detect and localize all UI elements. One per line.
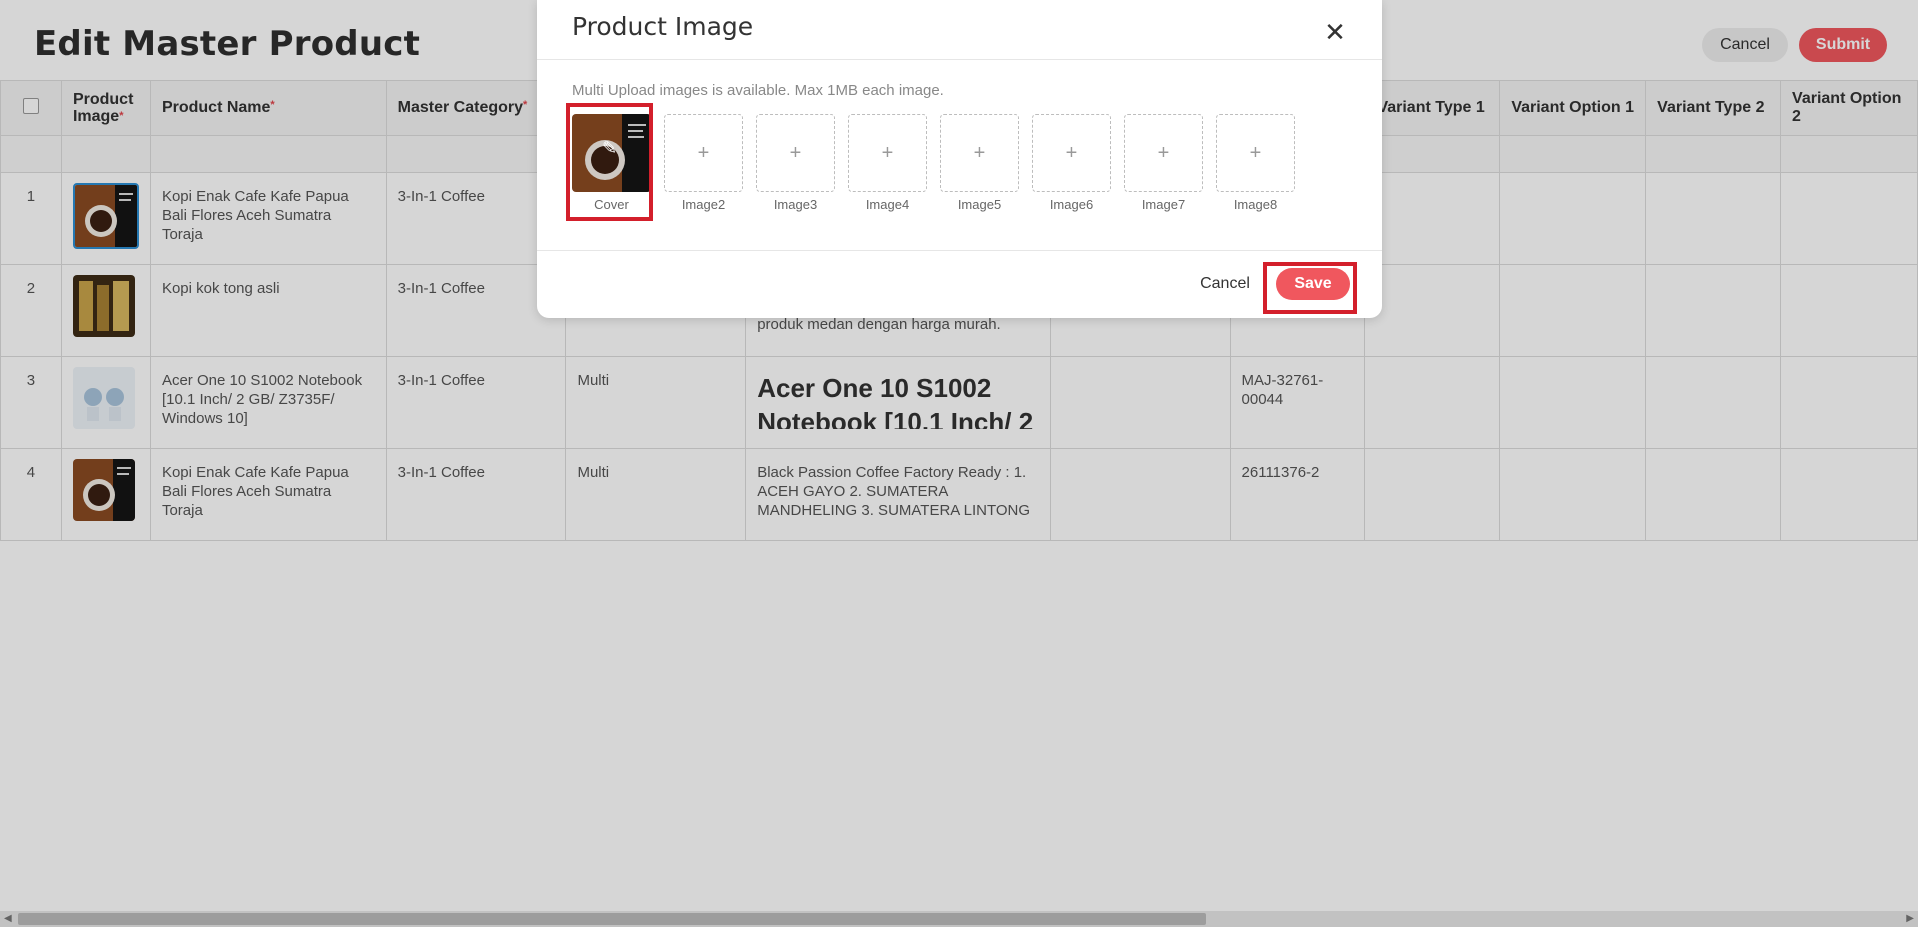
slot-label: Image3 [773, 197, 818, 212]
slot-label: Image2 [681, 197, 726, 212]
image-slot-2[interactable]: + [664, 114, 743, 192]
upload-hint: Multi Upload images is available. Max 1M… [572, 82, 944, 99]
slot-label: Image5 [957, 197, 1002, 212]
image-slot-8[interactable]: + [1216, 114, 1295, 192]
divider [537, 250, 1382, 251]
image-slot-4[interactable]: + [848, 114, 927, 192]
modal-cancel-button[interactable]: Cancel [1183, 268, 1267, 300]
add-icon: + [789, 142, 802, 164]
slot-label: Image4 [865, 197, 910, 212]
slot-label: Image8 [1233, 197, 1278, 212]
divider [537, 59, 1382, 60]
product-image-modal: Product Image ✕ Multi Upload images is a… [537, 0, 1382, 318]
cover-highlight [566, 103, 653, 221]
image-slot-3[interactable]: + [756, 114, 835, 192]
add-icon: + [697, 142, 710, 164]
add-icon: + [973, 142, 986, 164]
image-slot-7[interactable]: + [1124, 114, 1203, 192]
image-slot-5[interactable]: + [940, 114, 1019, 192]
add-icon: + [1157, 142, 1170, 164]
close-icon[interactable]: ✕ [1321, 18, 1349, 46]
add-icon: + [1065, 142, 1078, 164]
slot-label: Image6 [1049, 197, 1094, 212]
modal-title: Product Image [572, 12, 754, 41]
slot-label: Image7 [1141, 197, 1186, 212]
save-highlight [1263, 262, 1357, 314]
add-icon: + [881, 142, 894, 164]
image-slot-6[interactable]: + [1032, 114, 1111, 192]
add-icon: + [1249, 142, 1262, 164]
